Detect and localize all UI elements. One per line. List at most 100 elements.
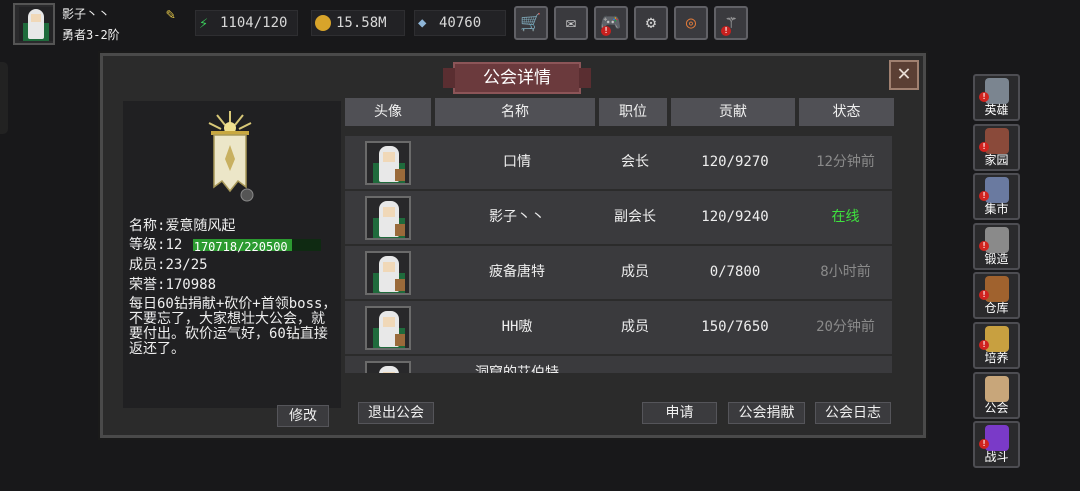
- member-name: HH嗷: [501, 319, 533, 335]
- table-row[interactable]: HH嗷 成员 150/7650 20分钟前: [345, 301, 892, 354]
- header-contribution: 贡献: [671, 98, 795, 126]
- header-name: 名称: [435, 98, 595, 126]
- gold-value: 15.58M: [336, 15, 387, 31]
- member-contribution: 0/7800: [709, 264, 761, 280]
- side-button-label: 战斗: [984, 450, 1009, 465]
- mail-button[interactable]: ✉: [554, 6, 588, 40]
- side-button-label: 家园: [984, 152, 1009, 167]
- side-button-forge[interactable]: ! 锻造: [973, 222, 1020, 270]
- side-button-home[interactable]: ! 家园: [973, 123, 1020, 171]
- lightning-icon: ⚡: [199, 14, 209, 32]
- guild-level-label: 等级:: [129, 237, 166, 253]
- side-button-label: 仓库: [984, 301, 1009, 316]
- player-name: 影子丶丶: [62, 7, 111, 21]
- member-avatar: [365, 251, 411, 295]
- member-avatar: [365, 141, 411, 185]
- guild-honor-line: 荣誉:170988: [129, 274, 216, 294]
- table-row[interactable]: 口情 会长 120/9270 12分钟前: [345, 136, 892, 189]
- apply-button[interactable]: 申请: [642, 402, 717, 424]
- lottery-button[interactable]: ◎: [674, 6, 708, 40]
- guild-donate-button[interactable]: 公会捐献: [728, 402, 805, 424]
- member-status: 12分钟前: [816, 154, 875, 170]
- diamond-icon: ◆: [418, 15, 427, 31]
- guild-level: 12: [165, 237, 183, 253]
- guild-honor-label: 荣誉:: [129, 277, 166, 293]
- dialog-title: 公会详情: [443, 62, 591, 94]
- guild-banner-icon: [208, 111, 254, 202]
- cart-icon: 🛒: [520, 13, 542, 33]
- close-icon: ✕: [897, 61, 911, 86]
- member-contribution: 150/7650: [701, 319, 769, 335]
- member-position: 成员: [621, 319, 649, 335]
- player-avatar[interactable]: [13, 3, 55, 45]
- member-status: 8小时前: [820, 264, 871, 280]
- member-name: 口情: [503, 154, 531, 170]
- member-status: [799, 356, 892, 373]
- member-position: 副会长: [614, 209, 656, 225]
- stamina-value: 1104/120: [220, 15, 288, 31]
- guild-honor: 170988: [165, 277, 217, 293]
- guild-name-label: 名称:: [129, 218, 166, 234]
- guild-level-line: 等级:12 170718/220500: [129, 234, 321, 254]
- member-contribution: [671, 356, 799, 373]
- member-name: 疲备唐特: [489, 264, 545, 280]
- lottery-icon: ◎: [685, 13, 697, 33]
- member-status: 20分钟前: [816, 319, 875, 335]
- guild-info-panel: 名称:爱意随风起 等级:12 170718/220500 成员:23/25 荣誉…: [123, 101, 341, 408]
- alert-icon: !: [721, 26, 731, 36]
- side-button-warehouse[interactable]: ! 仓库: [973, 272, 1020, 320]
- mail-icon: ✉: [565, 13, 577, 33]
- member-name: 洞窟的艾伯特: [475, 365, 559, 373]
- shop-button[interactable]: 🛒: [514, 6, 548, 40]
- guild-members-line: 成员:23/25: [129, 254, 208, 274]
- guild-members: 23/25: [165, 257, 208, 273]
- edit-button[interactable]: 修改: [277, 405, 329, 427]
- side-button-label: 集市: [984, 202, 1009, 217]
- guild-xp-text: 170718/220500: [193, 240, 288, 254]
- guild-xp-bar: 170718/220500: [192, 239, 321, 254]
- table-row[interactable]: 影子丶丶 副会长 120/9240 在线: [345, 191, 892, 244]
- leave-guild-button[interactable]: 退出公会: [358, 402, 434, 424]
- header-status: 状态: [799, 98, 894, 126]
- stamina-stat: ⚡ 1104/120: [195, 10, 298, 36]
- gear-icon: ⚙: [645, 13, 657, 33]
- close-button[interactable]: ✕: [889, 60, 919, 90]
- side-button-hero[interactable]: ! 英雄: [973, 74, 1020, 121]
- alert-icon: !: [601, 26, 611, 36]
- member-status: 在线: [831, 209, 860, 225]
- side-button-battle[interactable]: ! 战斗: [973, 421, 1020, 469]
- cleanup-button[interactable]: ⚚!: [714, 6, 748, 40]
- guild-detail-dialog: 公会详情 ✕ 名称:爱意随风起 等级:12 170718/220500 成员:2…: [100, 53, 926, 438]
- side-button-training[interactable]: ! 培养: [973, 322, 1020, 369]
- side-button-market[interactable]: ! 集市: [973, 173, 1020, 221]
- header-avatar: 头像: [345, 98, 431, 126]
- activity-button[interactable]: 🎮!: [594, 6, 628, 40]
- settings-button[interactable]: ⚙: [634, 6, 668, 40]
- guild-log-button[interactable]: 公会日志: [815, 402, 891, 424]
- player-rank: 勇者3-2阶: [62, 28, 120, 42]
- side-button-label: 培养: [984, 351, 1009, 365]
- guild-description: 每日60钻捐献+砍价+首领boss，不要忘了，大家想壮大公会，就要付出。砍价运气…: [129, 296, 337, 357]
- table-row[interactable]: 洞窟的艾伯特: [345, 356, 892, 373]
- header-position: 职位: [599, 98, 667, 126]
- member-avatar: [365, 361, 411, 373]
- diamond-stat: ◆ 40760: [414, 10, 506, 36]
- guild-members-label: 成员:: [129, 257, 166, 273]
- member-position: [599, 356, 671, 373]
- member-avatar: [365, 306, 411, 350]
- left-edge-tab[interactable]: [0, 62, 8, 134]
- member-position: 会长: [621, 154, 649, 170]
- game-screen: 影子丶丶 勇者3-2阶 ✎ ⚡ 1104/120 15.58M ◆ 40760 …: [0, 0, 1080, 491]
- side-button-guild[interactable]: 公会: [973, 371, 1020, 419]
- member-contribution: 120/9270: [701, 154, 769, 170]
- diamond-value: 40760: [439, 15, 482, 31]
- table-row[interactable]: 疲备唐特 成员 0/7800 8小时前: [345, 246, 892, 299]
- gold-coin-icon: [315, 15, 331, 31]
- side-button-label: 英雄: [984, 103, 1009, 117]
- edit-icon[interactable]: ✎: [166, 6, 182, 22]
- member-position: 成员: [621, 264, 649, 280]
- member-list[interactable]: 口情 会长 120/9270 12分钟前 影子丶丶 副会长 120/9240 在…: [345, 136, 892, 373]
- guild-name: 爱意随风起: [165, 218, 236, 234]
- side-button-label: 锻造: [984, 251, 1009, 266]
- member-avatar: [365, 196, 411, 240]
